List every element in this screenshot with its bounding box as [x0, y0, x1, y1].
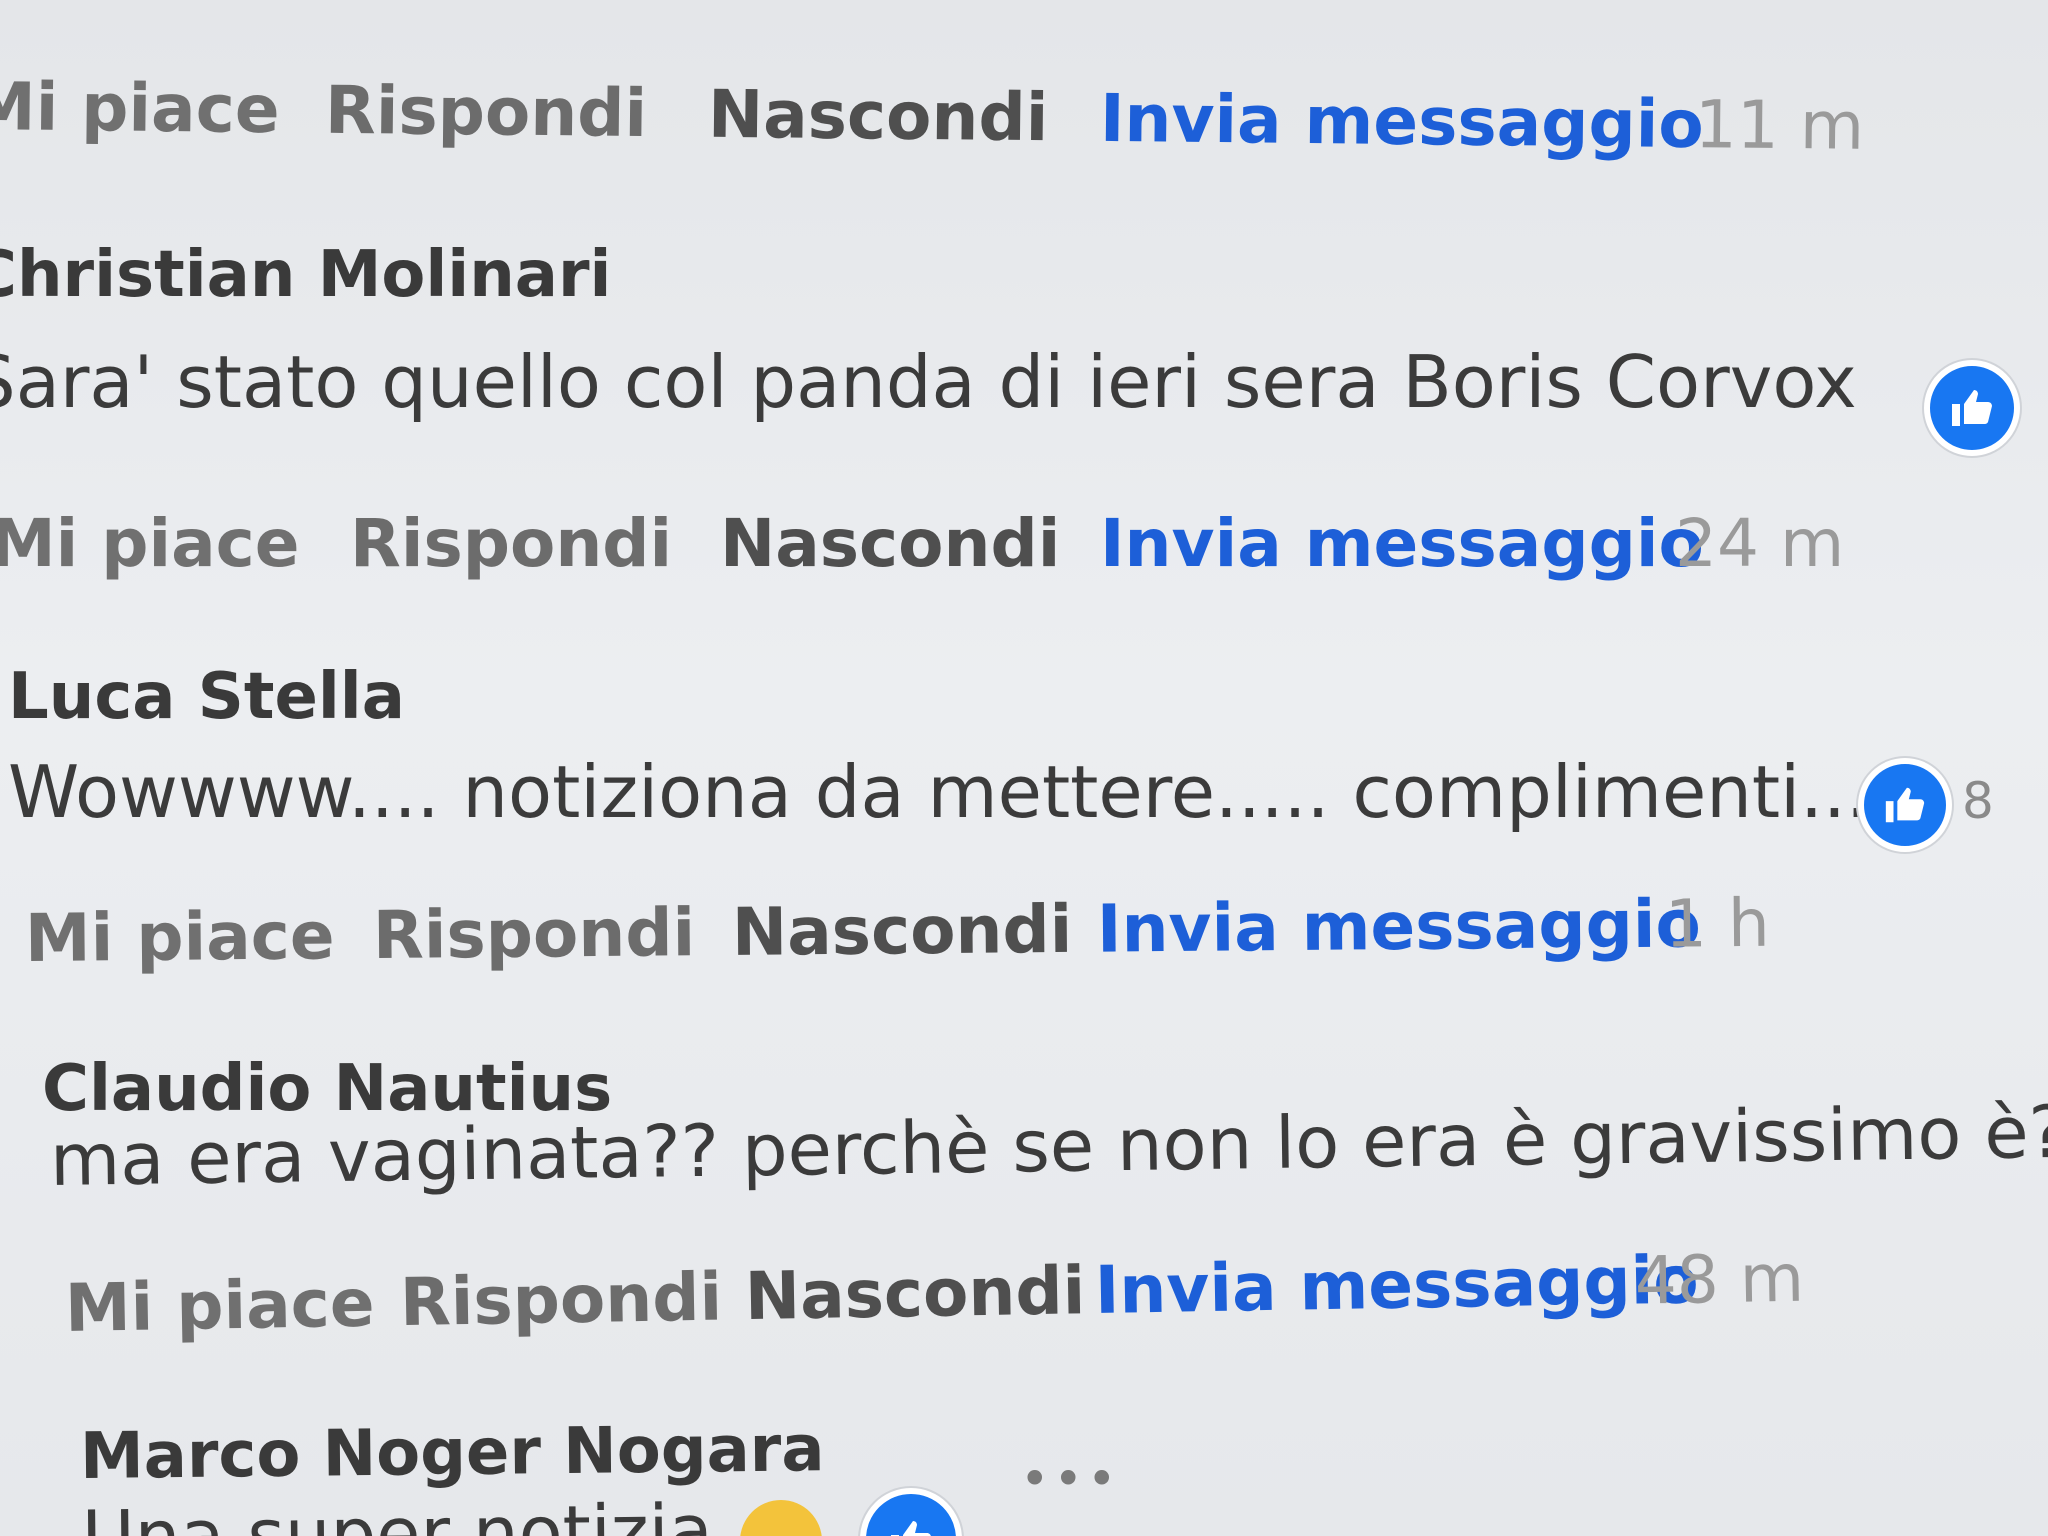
reaction-count[interactable]: 8	[1962, 772, 1994, 830]
thumbs-up-icon	[1952, 390, 1992, 426]
hide-button[interactable]: Nascondi	[744, 1252, 1086, 1335]
more-options-icon[interactable]: •••	[1020, 1450, 1120, 1508]
timestamp[interactable]: 48 m	[1634, 1240, 1805, 1320]
timestamp[interactable]: 24 m	[1675, 505, 1844, 582]
reply-button[interactable]: Rispondi	[373, 894, 696, 974]
comments-screen: Mi piace Rispondi Nascondi Invia messagg…	[0, 0, 2048, 1536]
comment-actions-2: Mi piace Rispondi Nascondi Invia messagg…	[25, 885, 1770, 980]
reaction-badge[interactable]	[1924, 360, 2020, 456]
send-message-link[interactable]: Invia messaggio	[1094, 1241, 1699, 1329]
timestamp[interactable]: 1 h	[1665, 885, 1770, 963]
laughing-emoji-icon	[740, 1500, 822, 1536]
send-message-link[interactable]: Invia messaggio	[1097, 885, 1701, 967]
reply-button[interactable]: Rispondi	[399, 1259, 722, 1342]
hide-button[interactable]: Nascondi	[732, 891, 1073, 971]
hide-button[interactable]: Nascondi	[708, 76, 1049, 157]
comment-author[interactable]: Marco Noger Nogara	[80, 1412, 825, 1494]
reaction-badge[interactable]	[1858, 758, 1952, 852]
like-button[interactable]: Mi piace	[0, 505, 300, 582]
comment-text: Sara' stato quello col panda di ieri ser…	[0, 340, 1857, 424]
comment-author[interactable]: Christian Molinari	[0, 238, 611, 312]
reply-button[interactable]: Rispondi	[350, 505, 672, 582]
like-button[interactable]: Mi piace	[0, 68, 280, 148]
send-message-link[interactable]: Invia messaggio	[1100, 505, 1704, 582]
thumbs-up-icon	[1885, 787, 1925, 823]
send-message-link[interactable]: Invia messaggio	[1100, 80, 1705, 163]
reply-button[interactable]: Rispondi	[325, 72, 648, 152]
hide-button[interactable]: Nascondi	[720, 505, 1060, 582]
like-button[interactable]: Mi piace	[64, 1265, 375, 1347]
comment-text: Una super notizia	[81, 1488, 714, 1536]
comment-author[interactable]: Luca Stella	[8, 660, 405, 734]
like-button[interactable]: Mi piace	[25, 897, 335, 977]
thumbs-up-icon	[891, 1521, 931, 1536]
comment-text: Wowwww.... notiziona da mettere..... com…	[8, 750, 1892, 834]
reaction-badge[interactable]	[860, 1488, 962, 1536]
timestamp[interactable]: 11 m	[1695, 86, 1865, 165]
comment-actions-3: Mi piace Rispondi Nascondi Invia messagg…	[64, 1240, 1804, 1350]
